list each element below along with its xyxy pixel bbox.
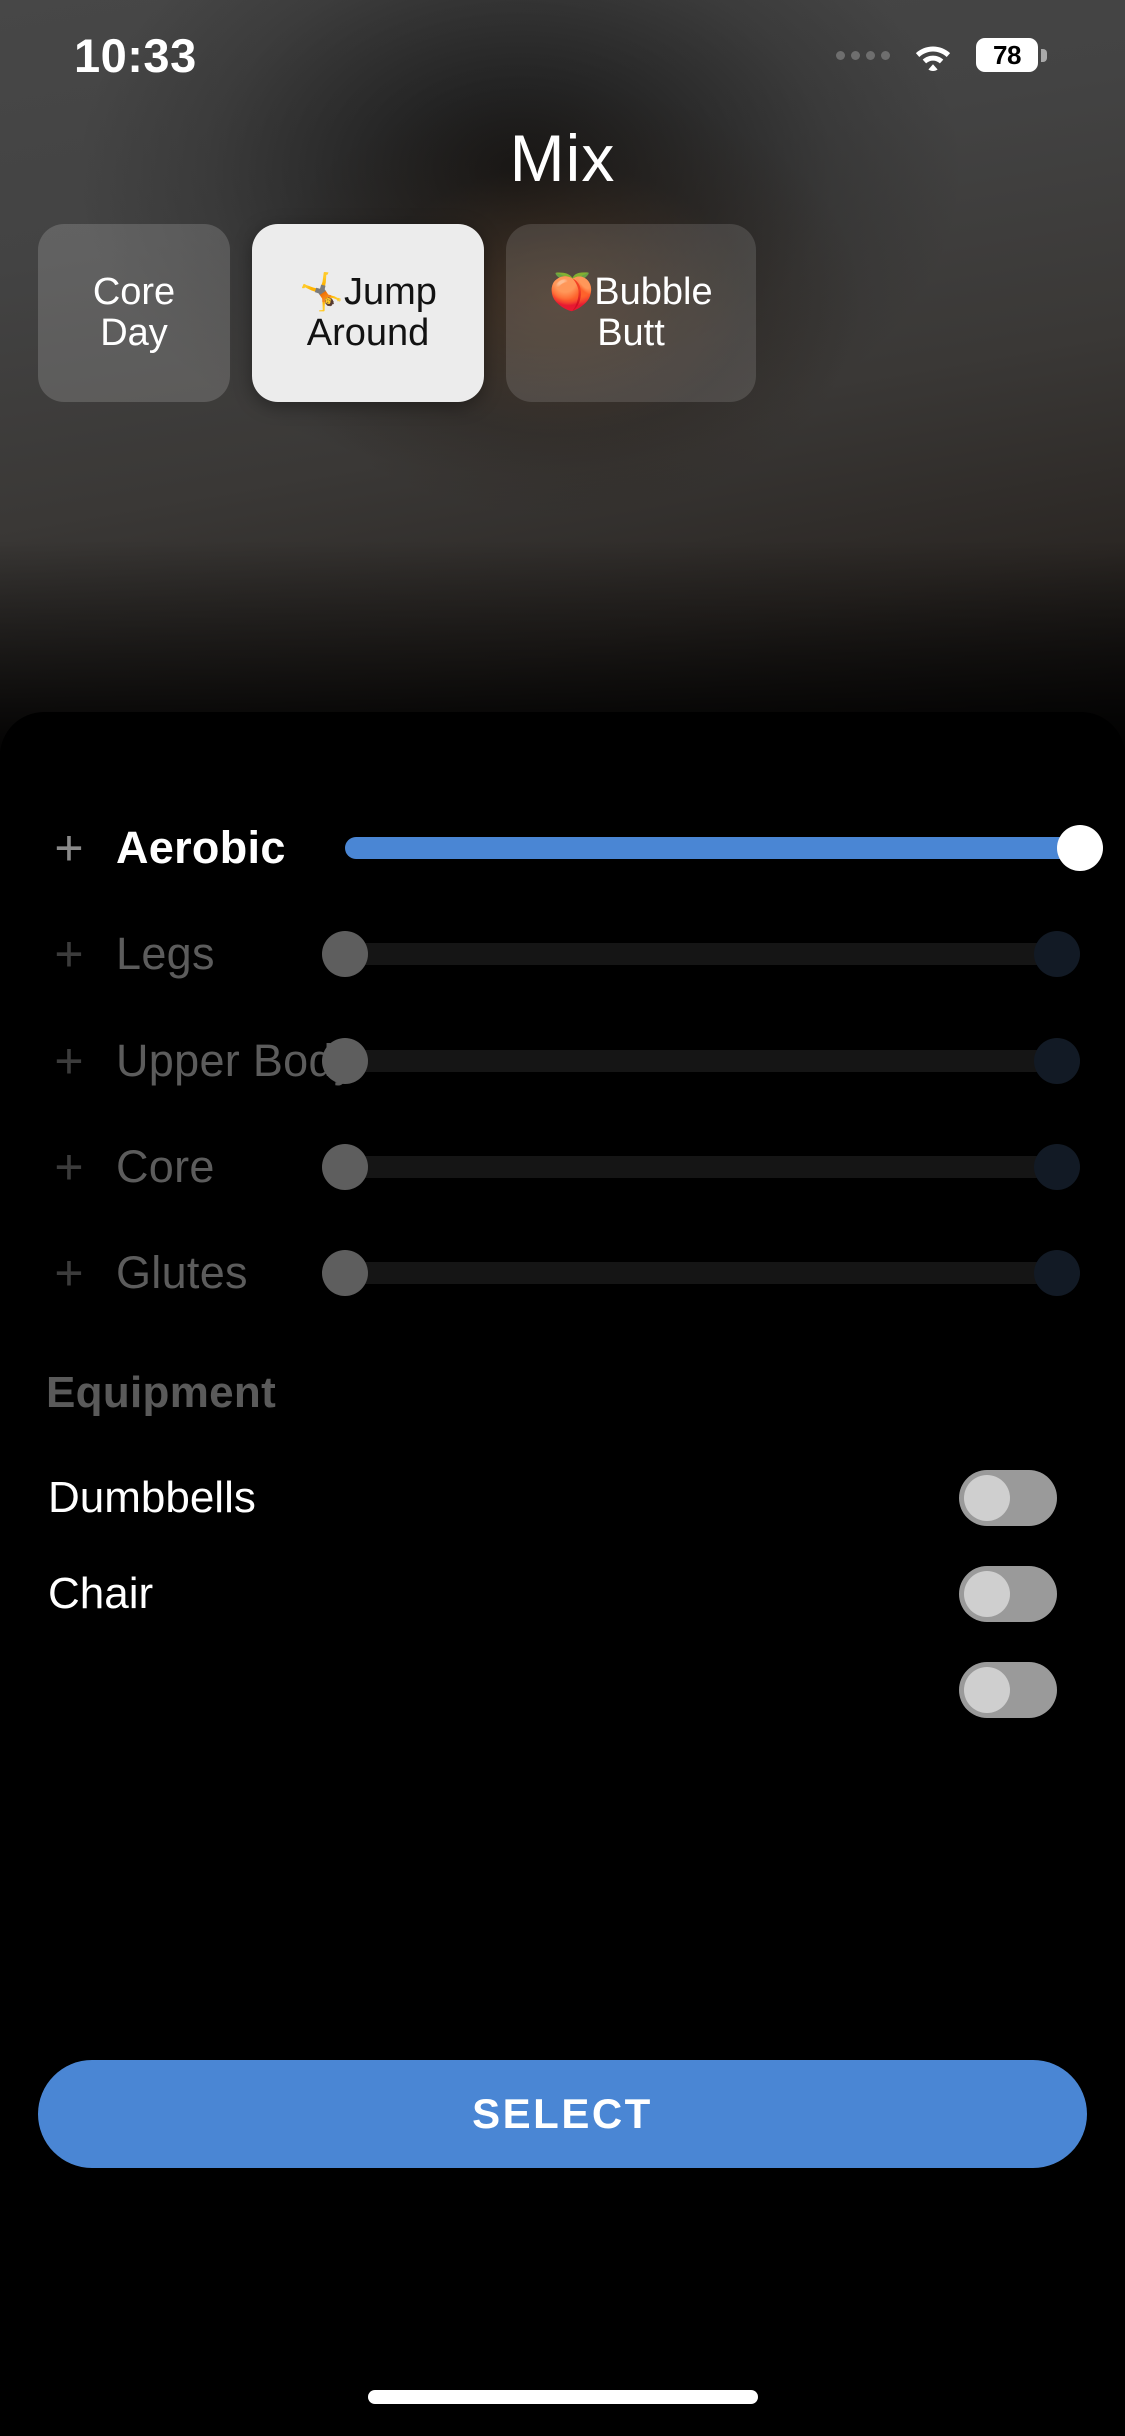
phone-screen: 10:33 78 Mix Core Day 🤸Jump Around 🍑Bubb… [0,0,1125,2436]
slider-label: Core [116,1141,215,1192]
slider-end-cap [1034,931,1080,977]
slider-aerobic[interactable] [345,818,1103,878]
select-button[interactable]: SELECT [38,2060,1087,2168]
slider-upper-body[interactable] [322,1031,1080,1091]
slider-thumb[interactable] [322,931,368,977]
options-sheet: + Aerobic + Legs + Upper Body + Core + G… [0,712,1125,2436]
plus-icon[interactable]: + [46,1248,92,1298]
equipment-row-partial[interactable] [0,1642,1125,1738]
slider-row-legs[interactable]: + Legs [0,900,1125,1008]
slider-thumb[interactable] [322,1144,368,1190]
plus-icon[interactable]: + [46,929,92,979]
toggle-knob [964,1475,1010,1521]
toggle-dumbbells[interactable] [959,1470,1057,1526]
workout-card-bubble-butt[interactable]: 🍑Bubble Butt [506,224,756,402]
peach-emoji-icon: 🍑 [549,270,595,312]
status-indicators: 78 [836,38,1047,72]
toggle-partial[interactable] [959,1662,1057,1718]
cartwheel-emoji-icon: 🤸 [299,270,344,312]
battery-icon: 78 [976,38,1047,72]
wifi-icon [912,39,954,71]
slider-glutes[interactable] [322,1243,1080,1303]
equipment-row-dumbbells[interactable]: Dumbbells [0,1450,1125,1546]
slider-row-glutes[interactable]: + Glutes [0,1219,1125,1327]
workout-card-jump-around[interactable]: 🤸Jump Around [252,224,484,402]
slider-row-aerobic[interactable]: + Aerobic [0,794,1125,902]
slider-thumb[interactable] [1057,825,1103,871]
equipment-label: Chair [48,1569,154,1618]
card-label: 🍑Bubble Butt [524,270,738,354]
card-label: 🤸Jump Around [270,270,466,354]
page-title: Mix [509,121,616,195]
toggle-knob [964,1571,1010,1617]
signal-dots-icon [836,50,890,60]
plus-icon[interactable]: + [46,1036,92,1086]
equipment-label: Dumbbells [48,1473,256,1522]
card-label-text: Bubble Butt [594,270,713,354]
slider-track [345,943,1080,965]
slider-label: Legs [116,928,215,979]
slider-track [345,1262,1080,1284]
slider-label: Glutes [116,1247,248,1298]
slider-label: Upper Body [116,1035,357,1086]
slider-row-upper-body[interactable]: + Upper Body [0,1007,1125,1115]
home-indicator [367,2390,758,2404]
plus-icon[interactable]: + [46,1142,92,1192]
battery-percent-label: 78 [993,39,1021,70]
slider-end-cap [1034,1250,1080,1296]
slider-thumb[interactable] [322,1038,368,1084]
slider-core[interactable] [322,1137,1080,1197]
slider-legs[interactable] [322,924,1080,984]
equipment-row-chair[interactable]: Chair [0,1546,1125,1642]
slider-end-cap [1034,1144,1080,1190]
slider-fill [345,837,1080,859]
slider-thumb[interactable] [322,1250,368,1296]
card-label: Core Day [92,270,176,354]
toggle-knob [964,1667,1010,1713]
status-time: 10:33 [74,28,197,82]
workout-card-core-day[interactable]: Core Day [38,224,230,402]
slider-label: Aerobic [116,822,286,873]
slider-track [345,1156,1080,1178]
equipment-heading: Equipment [46,1368,277,1417]
workout-card-carousel[interactable]: Core Day 🤸Jump Around 🍑Bubble Butt [0,224,1125,406]
status-bar: 10:33 78 [0,0,1125,110]
slider-track [345,1050,1080,1072]
plus-icon[interactable]: + [46,823,92,873]
slider-row-core[interactable]: + Core [0,1113,1125,1221]
toggle-chair[interactable] [959,1566,1057,1622]
slider-end-cap [1034,1038,1080,1084]
